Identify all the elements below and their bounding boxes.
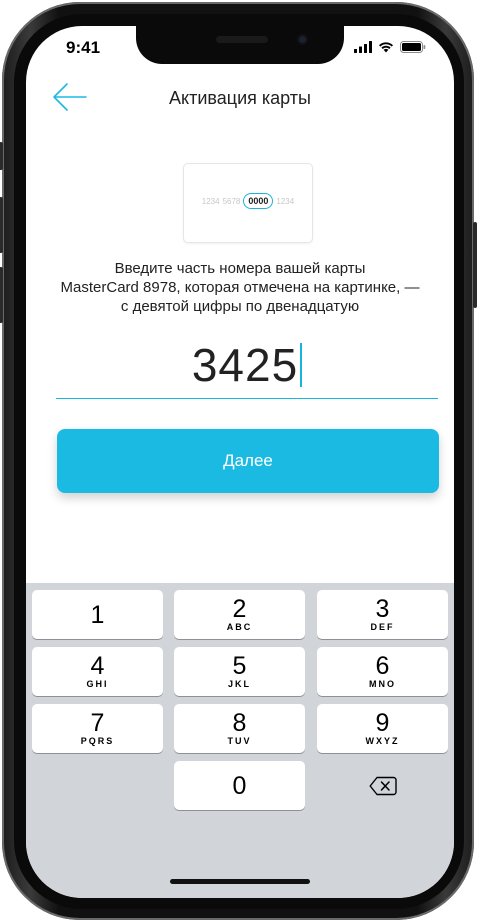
numeric-keypad: 1 2 ABC 3 DEF 4 GHI 5 JKL 6 MNO 7 PQRS 8… xyxy=(26,583,454,898)
phone-frame: 9:41 Активация карты 1234 5678 0000 1234… xyxy=(0,2,477,920)
key-1[interactable]: 1 xyxy=(32,590,163,639)
key-letters: TUV xyxy=(227,736,252,746)
key-digit: 2 xyxy=(232,595,247,623)
card-digit-group: 1234 xyxy=(201,196,220,206)
page-title: Активация карты xyxy=(169,88,311,108)
status-time: 9:41 xyxy=(66,38,101,57)
volume-down-button xyxy=(0,267,3,323)
delete-key[interactable] xyxy=(317,761,448,810)
card-number-digits: 1234 5678 0000 1234 xyxy=(184,193,312,209)
battery-icon xyxy=(400,41,426,53)
key-letters: GHI xyxy=(86,679,109,689)
key-letters: PQRS xyxy=(80,736,115,746)
notch xyxy=(136,26,344,64)
card-digits-input[interactable]: 3425 xyxy=(56,336,438,396)
key-3[interactable]: 3 DEF xyxy=(317,590,448,639)
key-digit: 9 xyxy=(375,709,390,737)
next-button[interactable]: Далее xyxy=(57,429,439,493)
key-digit: 6 xyxy=(375,652,390,680)
key-letters: WXYZ xyxy=(365,736,400,746)
key-4[interactable]: 4 GHI xyxy=(32,647,163,696)
nav-bar: Активация карты xyxy=(26,76,454,120)
key-letters: DEF xyxy=(370,622,395,632)
volume-up-button xyxy=(0,197,3,253)
speaker-grille xyxy=(216,36,268,43)
card-digit-group-highlighted: 0000 xyxy=(243,193,274,209)
input-underline xyxy=(56,398,438,399)
card-digit-group: 5678 xyxy=(222,196,241,206)
signal-icon xyxy=(354,41,372,53)
key-digit: 0 xyxy=(232,771,247,800)
backspace-icon xyxy=(369,776,397,795)
mute-switch xyxy=(0,142,3,170)
text-caret xyxy=(300,343,303,387)
key-digit: 7 xyxy=(90,709,105,737)
key-digit: 1 xyxy=(90,600,105,629)
card-illustration: 1234 5678 0000 1234 xyxy=(183,163,313,243)
key-digit: 8 xyxy=(232,709,247,737)
instruction-line: MasterCard 8978, которая отмечена на кар… xyxy=(60,279,420,296)
wifi-icon xyxy=(379,42,393,53)
key-letters: JKL xyxy=(227,679,251,689)
key-0[interactable]: 0 xyxy=(174,761,305,810)
key-7[interactable]: 7 PQRS xyxy=(32,704,163,753)
card-digits-value: 3425 xyxy=(191,339,299,391)
instruction-text: Введите часть номера вашей карты MasterC… xyxy=(36,259,444,316)
key-6[interactable]: 6 MNO xyxy=(317,647,448,696)
front-camera xyxy=(297,34,308,45)
instruction-line: с девятой цифры по двенадцатую xyxy=(120,298,360,315)
instruction-line: Введите часть номера вашей карты xyxy=(114,260,366,277)
key-digit: 3 xyxy=(375,595,390,623)
key-letters: ABC xyxy=(226,622,253,632)
screen: 9:41 Активация карты 1234 5678 0000 1234… xyxy=(26,26,454,898)
status-icons xyxy=(354,40,426,54)
key-letters: MNO xyxy=(369,679,396,689)
card-digits-field[interactable]: 3425 xyxy=(56,336,438,394)
key-8[interactable]: 8 TUV xyxy=(174,704,305,753)
key-2[interactable]: 2 ABC xyxy=(174,590,305,639)
key-9[interactable]: 9 WXYZ xyxy=(317,704,448,753)
card-digit-group: 1234 xyxy=(276,196,295,206)
key-digit: 5 xyxy=(232,652,247,680)
key-5[interactable]: 5 JKL xyxy=(174,647,305,696)
home-indicator xyxy=(170,879,310,884)
power-button xyxy=(473,222,477,308)
key-digit: 4 xyxy=(90,652,105,680)
